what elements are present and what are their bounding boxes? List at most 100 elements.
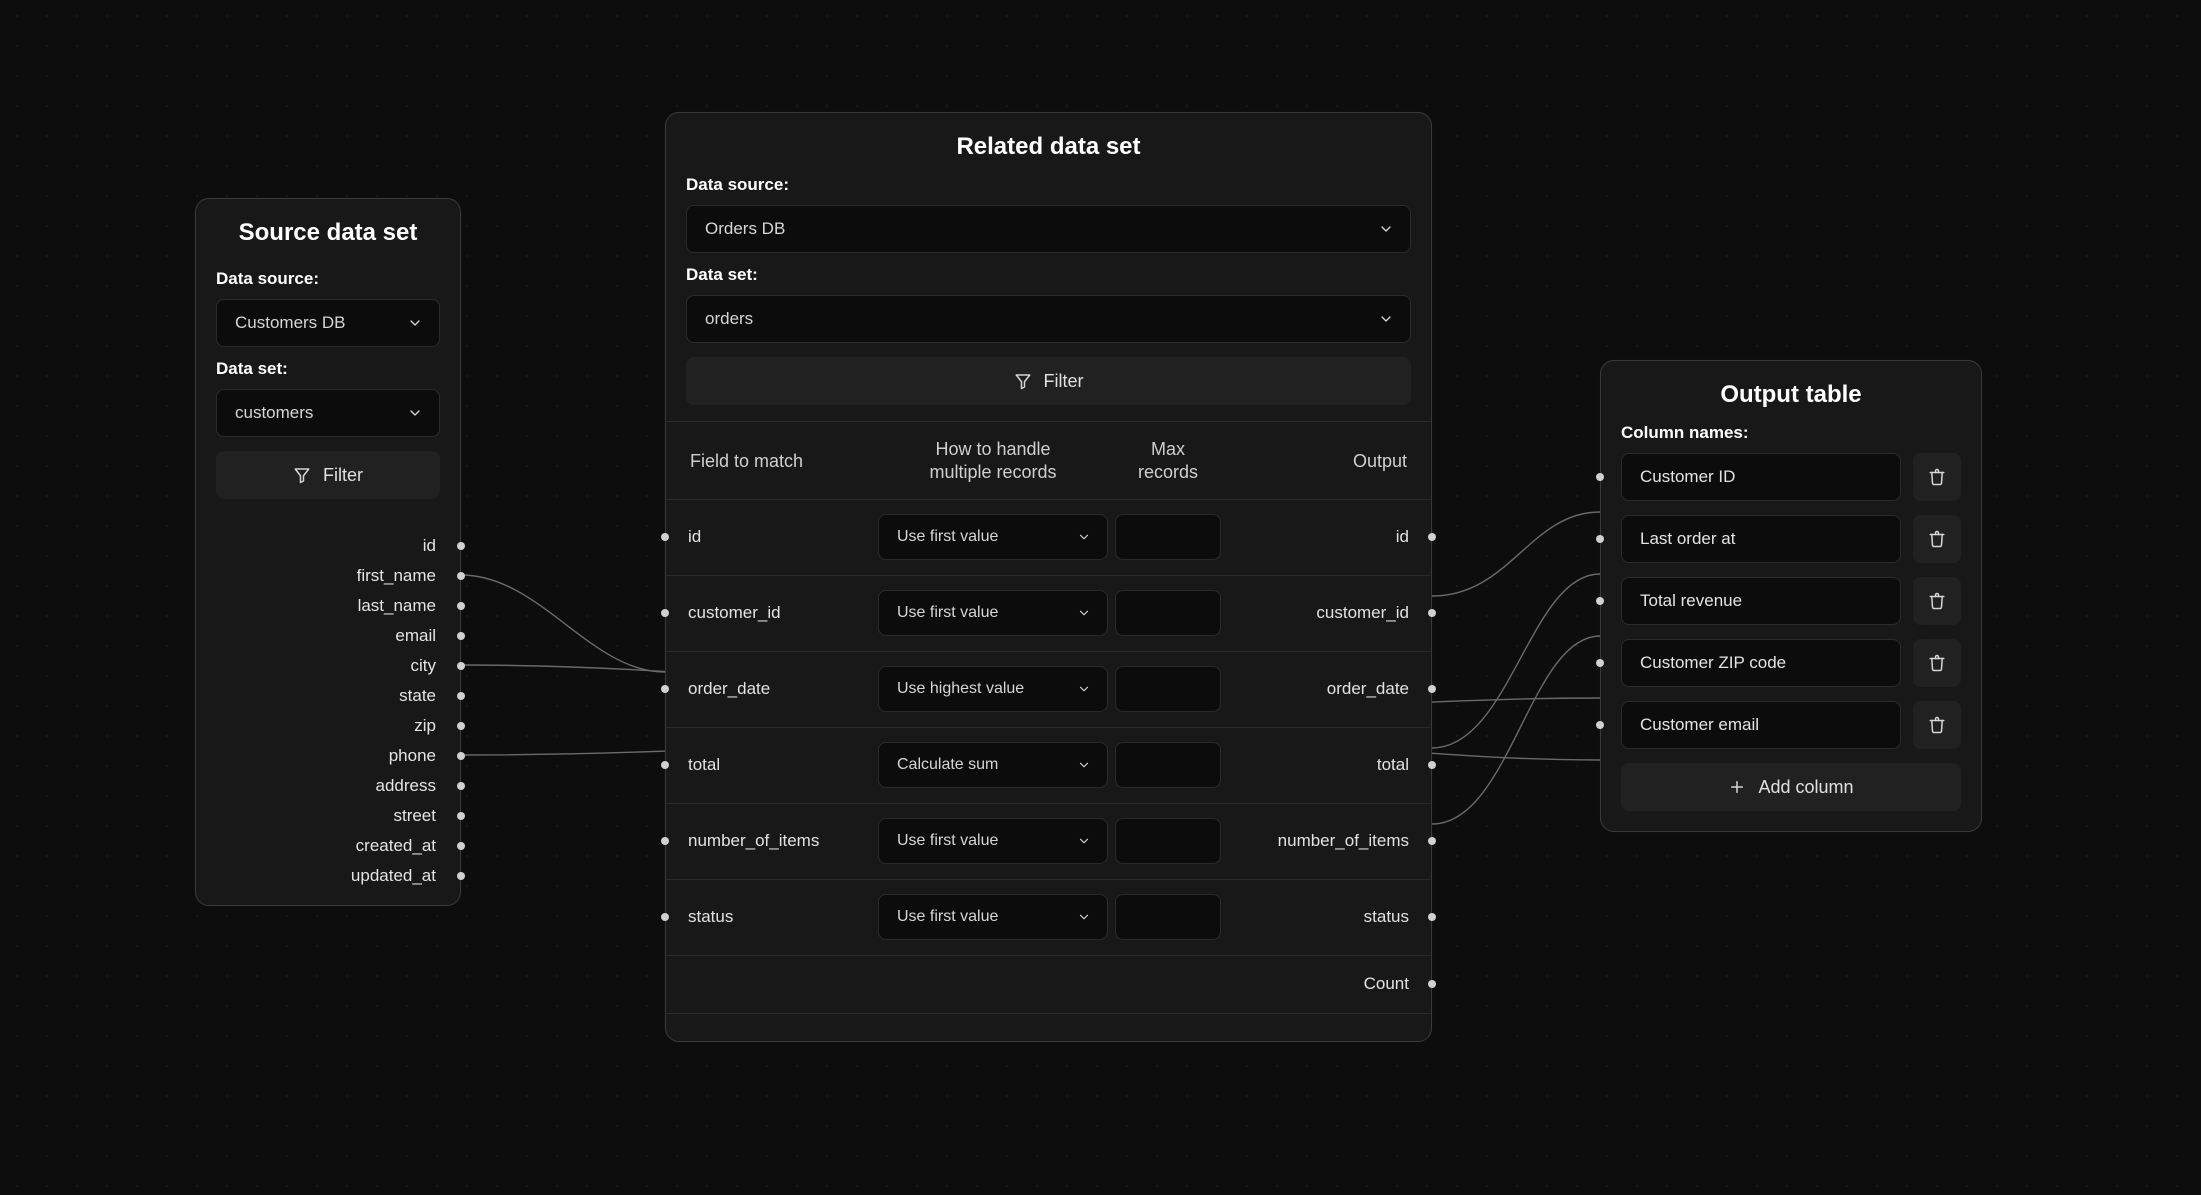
column-name-input[interactable]: Total revenue — [1621, 577, 1901, 625]
column-name-input[interactable]: Customer ZIP code — [1621, 639, 1901, 687]
input-port[interactable] — [661, 533, 669, 541]
input-port[interactable] — [1596, 535, 1604, 543]
add-column-label: Add column — [1758, 777, 1853, 798]
max-records-input[interactable] — [1115, 590, 1221, 636]
delete-column-button[interactable] — [1913, 577, 1961, 625]
field-label: last_name — [358, 596, 436, 616]
max-records-input[interactable] — [1115, 894, 1221, 940]
column-name-input[interactable]: Last order at — [1621, 515, 1901, 563]
input-port[interactable] — [1596, 473, 1604, 481]
trash-icon — [1928, 530, 1946, 548]
handle-value: Use first value — [897, 604, 998, 622]
handle-select[interactable]: Calculate sum — [878, 742, 1108, 788]
column-name-value: Total revenue — [1640, 591, 1742, 611]
input-port[interactable] — [1596, 721, 1604, 729]
related-data-set-select[interactable]: orders — [686, 295, 1411, 343]
field-to-match-label: status — [688, 907, 878, 927]
output-port[interactable] — [1428, 980, 1436, 988]
related-filter-button[interactable]: Filter — [686, 357, 1411, 405]
output-port[interactable] — [457, 722, 465, 730]
output-port[interactable] — [457, 782, 465, 790]
output-port[interactable] — [457, 842, 465, 850]
output-port[interactable] — [457, 602, 465, 610]
input-port[interactable] — [1596, 659, 1604, 667]
output-port[interactable] — [1428, 913, 1436, 921]
output-port[interactable] — [457, 872, 465, 880]
chevron-down-icon — [1077, 910, 1091, 924]
output-port[interactable] — [1428, 685, 1436, 693]
source-field-street[interactable]: street — [196, 801, 460, 831]
column-name-value: Customer ID — [1640, 467, 1735, 487]
source-field-first_name[interactable]: first_name — [196, 561, 460, 591]
field-to-match-label: id — [688, 527, 878, 547]
source-field-created_at[interactable]: created_at — [196, 831, 460, 861]
input-port[interactable] — [661, 837, 669, 845]
output-port[interactable] — [1428, 609, 1436, 617]
field-label: zip — [414, 716, 436, 736]
source-data-set-label: Data set: — [216, 359, 440, 379]
related-data-set-node[interactable]: Related data set Data source: Orders DB … — [665, 112, 1432, 1042]
source-field-updated_at[interactable]: updated_at — [196, 861, 460, 891]
source-filter-button[interactable]: Filter — [216, 451, 440, 499]
column-name-input[interactable]: Customer ID — [1621, 453, 1901, 501]
input-port[interactable] — [661, 761, 669, 769]
source-data-source-select[interactable]: Customers DB — [216, 299, 440, 347]
input-port[interactable] — [1596, 597, 1604, 605]
output-port[interactable] — [457, 692, 465, 700]
source-data-set-node[interactable]: Source data set Data source: Customers D… — [195, 198, 461, 906]
col-max-records: Maxrecords — [1108, 438, 1228, 485]
input-port[interactable] — [661, 609, 669, 617]
output-port[interactable] — [457, 662, 465, 670]
input-port[interactable] — [661, 685, 669, 693]
field-label: city — [411, 656, 437, 676]
max-records-input[interactable] — [1115, 514, 1221, 560]
related-data-source-select[interactable]: Orders DB — [686, 205, 1411, 253]
handle-select[interactable]: Use highest value — [878, 666, 1108, 712]
output-port[interactable] — [1428, 533, 1436, 541]
source-field-last_name[interactable]: last_name — [196, 591, 460, 621]
output-port[interactable] — [457, 752, 465, 760]
handle-select[interactable]: Use first value — [878, 590, 1108, 636]
delete-column-button[interactable] — [1913, 639, 1961, 687]
trash-icon — [1928, 716, 1946, 734]
output-port[interactable] — [1428, 837, 1436, 845]
output-table-node[interactable]: Output table Column names: Customer IDLa… — [1600, 360, 1982, 832]
chevron-down-icon — [1077, 606, 1091, 620]
add-column-button[interactable]: Add column — [1621, 763, 1961, 811]
source-field-id[interactable]: id — [196, 531, 460, 561]
source-data-set-select[interactable]: customers — [216, 389, 440, 437]
output-port[interactable] — [1428, 761, 1436, 769]
field-label: id — [423, 536, 436, 556]
output-port[interactable] — [457, 632, 465, 640]
output-port[interactable] — [457, 542, 465, 550]
filter-icon — [293, 466, 311, 484]
handle-select[interactable]: Use first value — [878, 818, 1108, 864]
source-field-email[interactable]: email — [196, 621, 460, 651]
source-filter-label: Filter — [323, 465, 363, 486]
column-name-input[interactable]: Customer email — [1621, 701, 1901, 749]
count-label: Count — [1364, 974, 1409, 994]
max-records-input[interactable] — [1115, 818, 1221, 864]
delete-column-button[interactable] — [1913, 453, 1961, 501]
input-port[interactable] — [661, 913, 669, 921]
source-field-state[interactable]: state — [196, 681, 460, 711]
max-records-input[interactable] — [1115, 666, 1221, 712]
handle-value: Use first value — [897, 528, 998, 546]
related-data-source-label: Data source: — [686, 175, 1411, 195]
delete-column-button[interactable] — [1913, 515, 1961, 563]
handle-select[interactable]: Use first value — [878, 894, 1108, 940]
output-column-row: Customer ID — [1621, 453, 1961, 501]
handle-select[interactable]: Use first value — [878, 514, 1108, 560]
delete-column-button[interactable] — [1913, 701, 1961, 749]
output-field-label: id — [1228, 527, 1409, 547]
source-field-address[interactable]: address — [196, 771, 460, 801]
output-port[interactable] — [457, 812, 465, 820]
output-column-row: Last order at — [1621, 515, 1961, 563]
source-field-zip[interactable]: zip — [196, 711, 460, 741]
chevron-down-icon — [1077, 530, 1091, 544]
source-field-city[interactable]: city — [196, 651, 460, 681]
max-records-input[interactable] — [1115, 742, 1221, 788]
output-port[interactable] — [457, 572, 465, 580]
output-column-names-label: Column names: — [1621, 423, 1961, 443]
source-field-phone[interactable]: phone — [196, 741, 460, 771]
